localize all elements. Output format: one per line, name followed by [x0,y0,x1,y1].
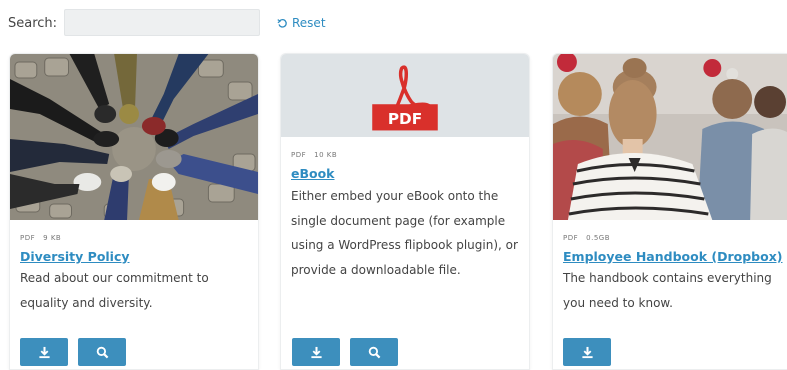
file-type: PDF [563,234,579,242]
download-icon [38,346,50,358]
document-description: Read about our commitment to equality an… [20,271,209,310]
search-icon [368,346,380,358]
document-card-ebook: PDF PDF 10 KB eBook Either embed your eBo… [280,53,530,370]
file-size: 10 KB [314,151,338,159]
reset-label: Reset [292,16,326,30]
reset-link[interactable]: Reset [277,16,326,30]
file-size: 9 KB [43,234,62,242]
diversity-photo-thumbnail[interactable] [10,54,258,220]
file-type: PDF [291,151,307,159]
document-card-diversity-policy: PDF 9 KB Diversity Policy Read about our … [9,53,259,370]
document-title-link[interactable]: eBook [291,166,335,181]
document-description: Either embed your eBook onto the single … [291,189,518,277]
preview-button[interactable] [78,338,126,366]
reset-icon [277,18,287,28]
svg-text:PDF: PDF [388,110,422,128]
download-button[interactable] [563,338,611,366]
document-description: The handbook contains everything you nee… [563,271,772,310]
file-meta: PDF 10 KB [291,151,337,159]
search-input[interactable] [64,9,260,36]
document-card-employee-handbook: PDF 0.5GB Employee Handbook (Dropbox) The… [552,53,787,370]
download-button[interactable] [20,338,68,366]
file-meta: PDF 0.5GB [563,234,610,242]
file-size: 0.5GB [586,234,610,242]
document-title-link[interactable]: Diversity Policy [20,249,130,264]
pdf-file-icon: PDF [372,65,438,131]
download-icon [310,346,322,358]
download-icon [581,346,593,358]
people-photo-thumbnail[interactable] [553,54,787,220]
search-icon [96,346,108,358]
document-title-link[interactable]: Employee Handbook (Dropbox) [563,249,782,264]
preview-button[interactable] [350,338,398,366]
download-button[interactable] [292,338,340,366]
pdf-thumbnail[interactable]: PDF [281,54,529,137]
search-label: Search: [8,16,58,31]
file-type: PDF [20,234,36,242]
file-meta: PDF 9 KB [20,234,61,242]
